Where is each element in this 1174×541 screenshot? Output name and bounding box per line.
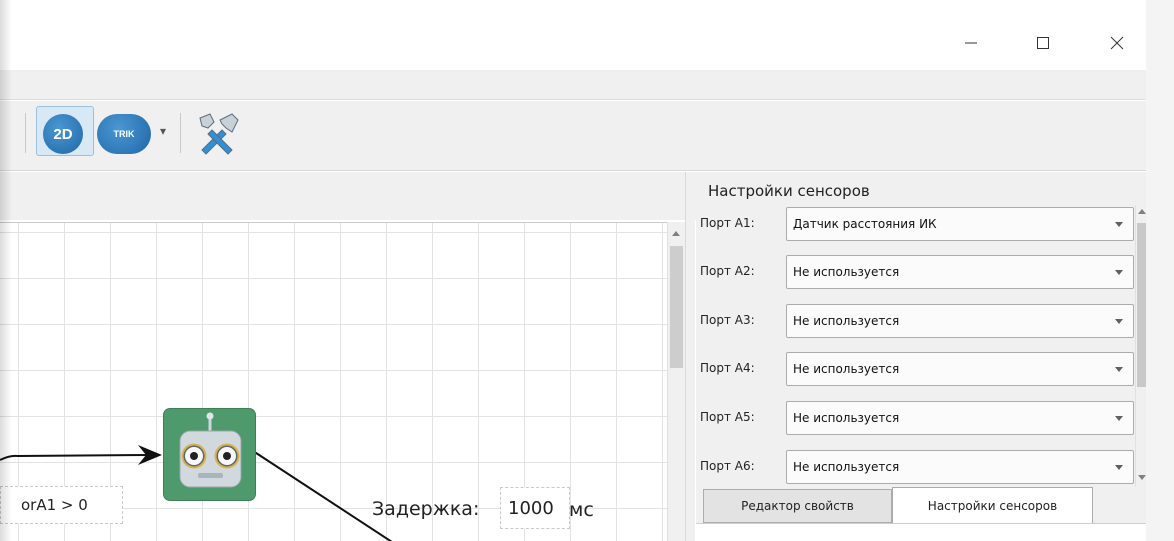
toolbar-separator-2	[180, 113, 181, 153]
scrollbar-thumb[interactable]	[670, 246, 683, 368]
panel-bottom-area	[696, 523, 1146, 541]
port-value: Не используется	[793, 460, 900, 474]
port-a3-select[interactable]: Не используется	[786, 304, 1134, 338]
tab-label: Редактор свойств	[741, 499, 854, 513]
tools-icon	[199, 113, 239, 155]
port-label: Порт A2:	[700, 264, 755, 278]
port-value: Не используется	[793, 314, 900, 328]
port-value: Не используется	[793, 411, 900, 425]
maximize-icon	[1037, 37, 1049, 49]
tools-button[interactable]	[192, 108, 244, 160]
port-row-a2: Порт A2: Не используется	[700, 255, 1140, 289]
port-row-a1: Порт A1: Датчик расстояния ИК	[700, 207, 1140, 241]
port-value: Не используется	[793, 362, 900, 376]
port-label: Порт A4:	[700, 361, 755, 375]
port-a5-select[interactable]: Не используется	[786, 401, 1134, 435]
tab-label: Настройки сенсоров	[927, 498, 1058, 513]
mode-2d-button[interactable]: 2D	[43, 114, 83, 154]
delay-label: Задержка:	[372, 498, 480, 520]
port-row-a6: Порт A6: Не используется	[700, 450, 1140, 484]
scroll-down-arrow[interactable]	[1138, 475, 1146, 480]
port-label: Порт A3:	[700, 313, 755, 327]
port-a2-select[interactable]: Не используется	[786, 255, 1134, 289]
incoming-link[interactable]	[0, 454, 151, 461]
scene-vertical-scrollbar[interactable]	[667, 222, 685, 541]
close-icon	[1110, 36, 1124, 50]
window-edge	[1146, 0, 1174, 541]
trik-label: TRIK	[113, 129, 135, 139]
port-value: Датчик расстояния ИК	[793, 217, 937, 231]
trik-button[interactable]: TRIK	[97, 114, 151, 154]
port-a4-select[interactable]: Не используется	[786, 352, 1134, 386]
chevron-down-icon	[1115, 465, 1123, 470]
close-button[interactable]	[1094, 18, 1140, 68]
tab-sensor-settings[interactable]: Настройки сенсоров	[892, 487, 1093, 523]
minimize-button[interactable]	[948, 18, 994, 68]
port-value: Не используется	[793, 265, 900, 279]
robot-wait-block[interactable]	[163, 408, 256, 501]
chevron-down-icon	[1115, 270, 1123, 275]
splitter[interactable]	[685, 172, 695, 541]
port-a1-select[interactable]: Датчик расстояния ИК	[786, 207, 1134, 241]
port-label: Порт A1:	[700, 216, 755, 230]
delay-unit: мс	[569, 499, 594, 521]
sensors-panel-title: Настройки сенсоров	[708, 182, 870, 200]
outgoing-link[interactable]	[249, 448, 393, 541]
port-a6-select[interactable]: Не используется	[786, 450, 1134, 484]
toolbar	[0, 101, 1146, 171]
delay-value-field[interactable]: 1000	[500, 487, 570, 529]
robot-icon	[179, 412, 242, 488]
port-row-a3: Порт A3: Не используется	[700, 304, 1140, 338]
maximize-button[interactable]	[1020, 18, 1066, 68]
delay-value: 1000	[508, 498, 554, 519]
chevron-down-icon	[1115, 367, 1123, 372]
diagram-scene[interactable]: orA1 > 0 Задержка: 1000 мс	[0, 222, 667, 541]
port-label: Порт A5:	[700, 410, 755, 424]
tab-property-editor[interactable]: Редактор свойств	[703, 489, 892, 523]
port-row-a4: Порт A4: Не используется	[700, 352, 1140, 386]
mode-2d-label: 2D	[53, 125, 73, 143]
minimize-icon	[965, 42, 977, 44]
port-row-a5: Порт A5: Не используется	[700, 401, 1140, 435]
chevron-down-icon	[1115, 319, 1123, 324]
scrollbar-thumb[interactable]	[1137, 223, 1146, 387]
chevron-down-icon	[1115, 416, 1123, 421]
port-label: Порт A6:	[700, 459, 755, 473]
menu-bar	[0, 70, 1146, 100]
condition-label[interactable]: orA1 > 0	[0, 486, 123, 524]
trik-dropdown-arrow[interactable]: ▾	[160, 124, 166, 138]
title-bar	[0, 0, 1146, 70]
toolbar-separator	[25, 113, 26, 153]
chevron-down-icon	[1115, 222, 1123, 227]
scroll-up-arrow[interactable]	[672, 231, 680, 236]
scroll-up-arrow[interactable]	[1138, 209, 1146, 214]
